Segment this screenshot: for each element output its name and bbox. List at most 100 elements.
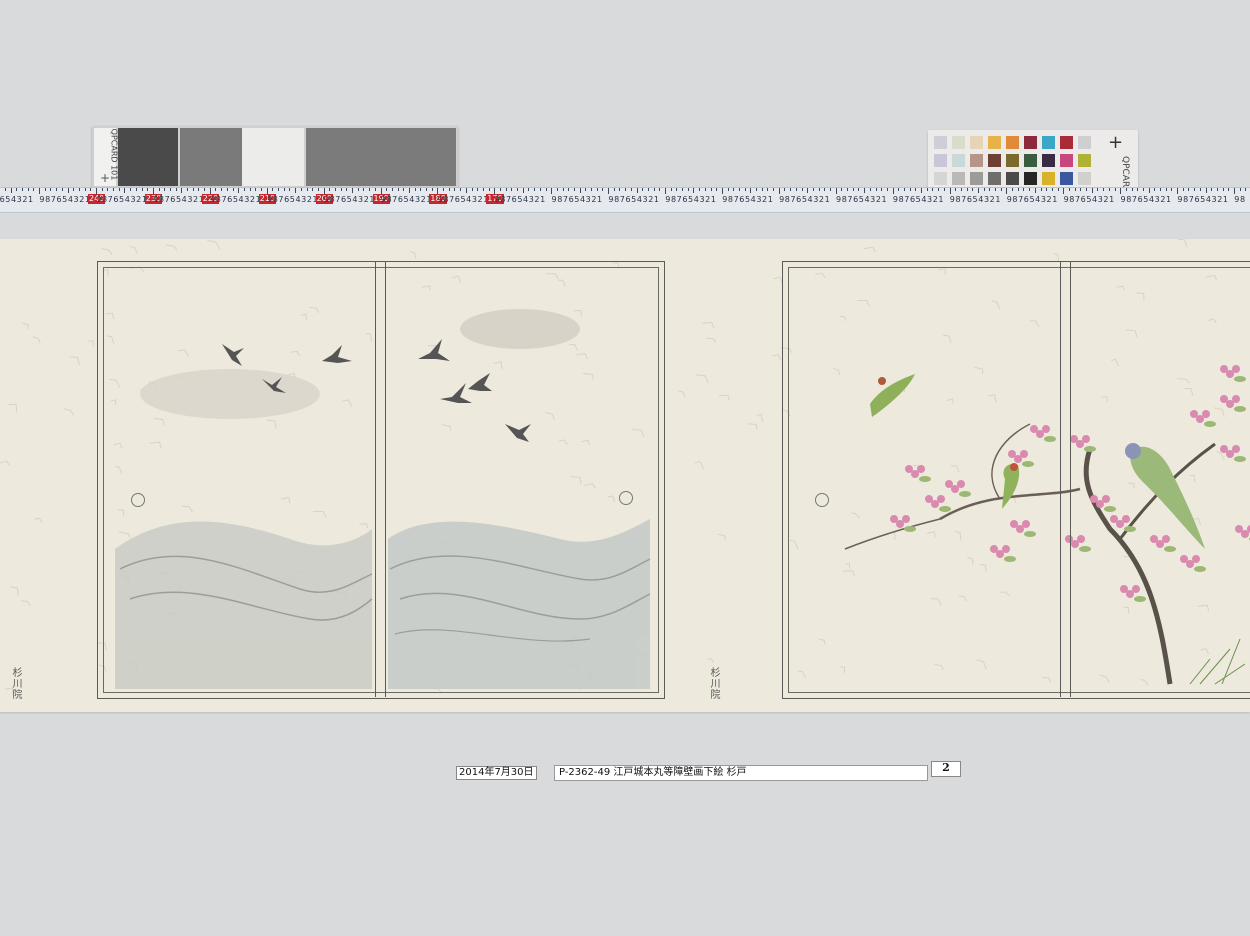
ruler-tick	[642, 188, 644, 191]
ruler-tick	[738, 188, 740, 191]
ruler-tick	[289, 188, 291, 191]
paper-fleck	[702, 321, 715, 329]
panel-divider-right-2	[1070, 261, 1071, 697]
ruler-tick	[198, 188, 200, 191]
ruler-tick	[1194, 188, 1196, 191]
ruler-tick	[255, 188, 257, 191]
ruler-tick	[16, 188, 18, 191]
ruler-tick	[1205, 188, 1207, 193]
ruler-tick	[204, 188, 206, 191]
ruler-tick	[551, 188, 553, 194]
ruler-mm-number: 8	[1239, 195, 1246, 204]
ruler-tick	[767, 188, 769, 191]
paper-fleck	[101, 248, 113, 255]
ruler-tick	[175, 188, 177, 191]
ruler-tick	[818, 188, 820, 191]
ruler-tick	[556, 188, 558, 191]
ruler-tick	[1091, 188, 1093, 193]
ruler-tick	[147, 188, 149, 191]
ruler-tick	[118, 188, 120, 191]
ruler-tick	[989, 188, 991, 191]
ruler-tick	[261, 188, 262, 191]
ruler-tick	[676, 188, 678, 191]
panel-divider-left-2	[385, 261, 386, 697]
ruler-tick	[1034, 188, 1036, 193]
ruler-tick	[608, 188, 610, 194]
ruler-tick	[1040, 188, 1042, 191]
ruler-tick	[699, 188, 701, 191]
ruler-tick	[107, 188, 109, 191]
ruler-mm-number: 1	[653, 195, 659, 204]
ruler-tick	[926, 188, 928, 191]
ruler-mm-number: 1	[824, 195, 830, 204]
ruler-tick	[1012, 188, 1014, 191]
color-patch	[1078, 154, 1091, 167]
ruler-tick	[869, 188, 871, 191]
ruler-mm-number: 1	[1222, 195, 1228, 204]
ruler-tick	[858, 188, 860, 191]
color-checker-card: + QPCARD	[928, 130, 1138, 194]
door-pull-circle	[131, 493, 145, 507]
ruler-tick	[539, 188, 541, 191]
ruler-mm-number: 1	[710, 195, 716, 204]
ruler-tick	[357, 188, 359, 191]
ruler-tick	[460, 188, 462, 191]
paper-fleck	[165, 244, 178, 251]
paper-fleck	[747, 423, 758, 430]
ruler-tick	[448, 188, 450, 191]
gray-card-logo: QPCARD 101 +	[94, 128, 118, 186]
color-patch	[1060, 136, 1073, 149]
ruler-tick	[369, 188, 371, 191]
ruler-tick	[875, 188, 877, 191]
paper-fleck	[863, 246, 876, 253]
ruler-tick	[22, 188, 24, 191]
ruler-tick	[1234, 188, 1235, 194]
ruler-tick	[426, 188, 428, 191]
paper-fleck	[706, 337, 716, 344]
paper-fleck	[717, 533, 726, 541]
ruler-tick	[949, 188, 951, 194]
ruler-tick	[141, 188, 143, 191]
ruler-tick	[1188, 188, 1190, 191]
ruler-tick	[790, 188, 792, 191]
ruler-tick	[1068, 188, 1070, 191]
ruler-tick	[864, 188, 866, 193]
ruler-tick	[659, 188, 661, 191]
sheet-number-label: 2	[931, 761, 961, 777]
paper-fleck	[70, 356, 80, 366]
paper-fleck	[32, 336, 41, 344]
color-patch	[1024, 154, 1037, 167]
ruler-tick	[363, 188, 365, 191]
ruler-tick	[1142, 188, 1144, 191]
ruler-tick	[27, 188, 29, 191]
ruler-tick	[1097, 188, 1099, 191]
ruler-tick	[756, 188, 758, 191]
ruler-tick	[232, 188, 234, 191]
ruler-tick	[670, 188, 672, 191]
ruler-tick	[1114, 188, 1116, 191]
gray-swatch-mid-2	[306, 128, 456, 186]
ruler-tick	[568, 188, 570, 191]
ruler-tick	[830, 188, 831, 191]
ruler-tick	[4, 188, 6, 191]
ruler-tick	[1108, 188, 1110, 191]
paper-fleck	[20, 600, 31, 607]
ruler-tick	[482, 188, 484, 191]
ruler-tick	[761, 188, 763, 191]
paper-fleck	[771, 354, 781, 361]
ruler-tick	[835, 188, 837, 194]
ruler-tick	[352, 188, 354, 193]
ruler-tick	[278, 188, 280, 191]
ruler-tick	[90, 188, 92, 191]
ruler-tick	[653, 188, 655, 191]
ruler-tick	[215, 188, 217, 191]
paper-fleck	[207, 239, 221, 250]
panel-frame-right	[782, 261, 1250, 699]
ruler-tick	[50, 188, 52, 191]
ruler-tick	[716, 188, 718, 191]
paper-fleck	[706, 657, 714, 664]
ruler-tick	[903, 188, 905, 191]
gray-scale-card: QPCARD 101 +	[92, 126, 458, 188]
ruler-tick	[44, 188, 46, 191]
ruler-tick	[386, 188, 388, 191]
